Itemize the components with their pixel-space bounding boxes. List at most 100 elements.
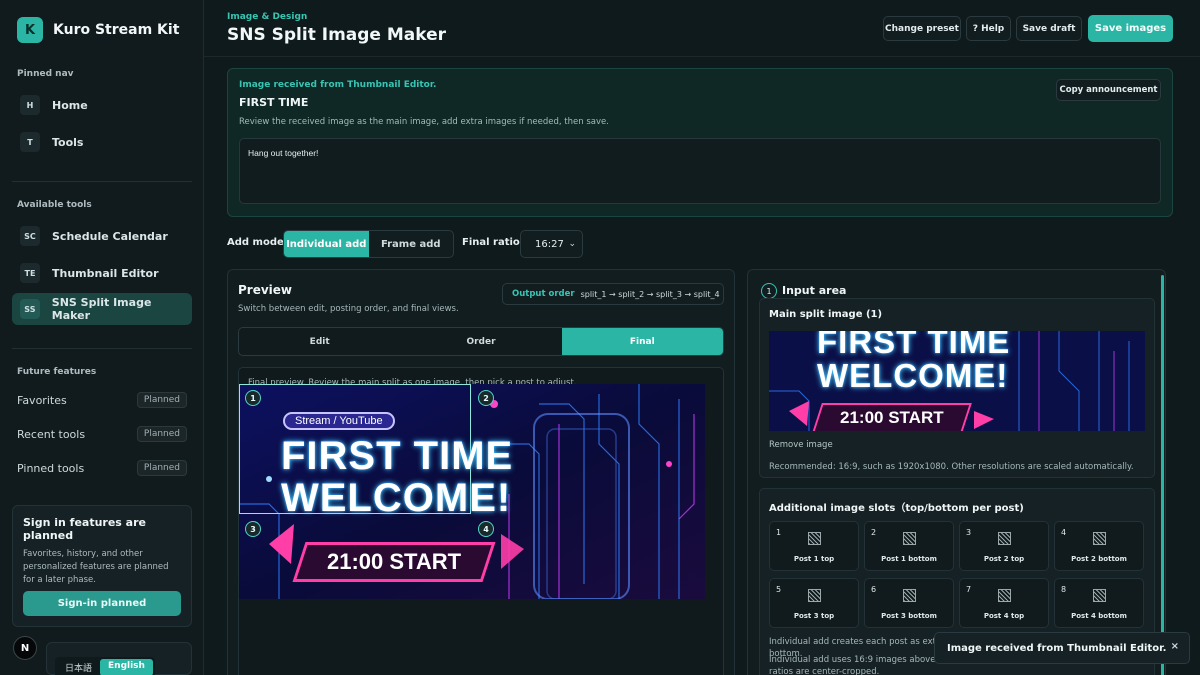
remove-image-link[interactable]: Remove image <box>769 440 833 450</box>
split-number-badge[interactable]: 4 <box>478 521 494 537</box>
brand-name: Kuro Stream Kit <box>53 22 180 38</box>
tab-edit[interactable]: Edit <box>239 328 400 355</box>
add-mode-individual[interactable]: Individual add <box>284 231 369 257</box>
step-number: 1 <box>761 283 777 299</box>
thumbnail-editor-icon: TE <box>20 263 40 283</box>
main-split-title: Main split image (1) <box>769 309 883 320</box>
sidebar-item-label: SNS Split Image Maker <box>51 296 152 322</box>
n-avatar[interactable]: N <box>13 636 37 660</box>
image-slot[interactable]: 4 Post 2 bottom <box>1054 521 1144 571</box>
available-tools-label: Available tools <box>17 200 92 210</box>
toast-text: Image received from Thumbnail Editor. <box>947 642 1167 654</box>
future-item-favorites: Favorites Planned <box>17 392 187 408</box>
slot-number: 3 <box>966 528 972 537</box>
add-mode-frame[interactable]: Frame add <box>369 231 454 257</box>
start-banner: 21:00 START <box>292 542 496 582</box>
image-placeholder-icon <box>1093 532 1106 545</box>
split-number-badge[interactable]: 3 <box>245 521 261 537</box>
split-number-badge[interactable]: 2 <box>478 390 494 406</box>
sidebar-item-home[interactable]: H Home <box>12 89 192 121</box>
sidebar-item-thumbnail-editor[interactable]: TE Thumbnail Editor <box>12 257 192 289</box>
copy-announcement-button[interactable]: Copy announcement <box>1056 79 1161 101</box>
pinned-nav-label: Pinned nav <box>17 69 74 79</box>
save-draft-button[interactable]: Save draft <box>1016 16 1082 41</box>
close-icon[interactable]: × <box>1171 641 1179 652</box>
language-card: 日本語 English <box>46 642 192 675</box>
final-ratio-label: Final ratio <box>462 237 520 248</box>
add-mode-label: Add mode <box>227 237 284 248</box>
page-title: SNS Split Image Maker <box>227 25 447 45</box>
image-slot[interactable]: 2 Post 1 bottom <box>864 521 954 571</box>
slot-number: 1 <box>776 528 782 537</box>
slot-number: 6 <box>871 585 877 594</box>
schedule-calendar-icon: SC <box>20 226 40 246</box>
future-item-pinned-tools: Pinned tools Planned <box>17 460 187 476</box>
final-preview-image[interactable]: Stream / YouTube FIRST TIME WELCOME! 21:… <box>239 384 705 599</box>
announcement-textarea[interactable]: Hang out together! <box>239 138 1161 204</box>
image-headline-line1: FIRST TIME <box>281 434 514 478</box>
slot-number: 5 <box>776 585 782 594</box>
image-placeholder-icon <box>998 589 1011 602</box>
add-mode-toggle: Individual add Frame add <box>283 230 454 258</box>
signin-button[interactable]: Sign-in planned <box>23 591 181 616</box>
preview-tabs: Edit Order Final <box>238 327 724 356</box>
announcement-source: Image received from Thumbnail Editor. <box>239 80 437 90</box>
start-banner-text: 21:00 START <box>326 549 462 574</box>
planned-badge: Planned <box>136 392 187 408</box>
slot-label: Post 1 top <box>793 555 835 563</box>
sidebar-item-sns-split-image-maker[interactable]: SS SNS Split Image Maker <box>12 293 192 325</box>
save-images-button[interactable]: Save images <box>1088 15 1173 42</box>
brand[interactable]: K Kuro Stream Kit <box>17 17 179 43</box>
image-slot[interactable]: 5 Post 3 top <box>769 578 859 628</box>
preview-title: Preview <box>238 283 293 297</box>
image-slot[interactable]: 7 Post 4 top <box>959 578 1049 628</box>
image-slot[interactable]: 8 Post 4 bottom <box>1054 578 1144 628</box>
toast-notification: Image received from Thumbnail Editor. × <box>934 632 1190 664</box>
main-start-banner: 21:00 START <box>812 403 972 431</box>
breadcrumb[interactable]: Image & Design <box>227 12 307 22</box>
tab-order[interactable]: Order <box>400 328 561 355</box>
scrollbar[interactable] <box>1161 275 1164 675</box>
signin-title: Sign in features are planned <box>23 516 146 542</box>
sns-split-icon: SS <box>20 299 40 319</box>
help-button[interactable]: ? Help <box>966 16 1011 41</box>
slot-label: Post 2 top <box>983 555 1025 563</box>
lang-option-english[interactable]: English <box>100 659 153 675</box>
future-item-recent-tools: Recent tools Planned <box>17 426 187 442</box>
slot-number: 7 <box>966 585 972 594</box>
announcement-panel: Image received from Thumbnail Editor. FI… <box>227 68 1173 217</box>
signin-card: Sign in features are planned Favorites, … <box>12 505 192 627</box>
image-slot[interactable]: 3 Post 2 top <box>959 521 1049 571</box>
slot-label: Post 4 bottom <box>1071 612 1127 620</box>
lang-option-japanese[interactable]: 日本語 <box>57 659 100 675</box>
stream-pill: Stream / YouTube <box>283 412 395 430</box>
slot-label: Post 3 top <box>793 612 835 620</box>
signin-desc: Favorites, history, and other personaliz… <box>23 549 169 585</box>
preview-panel: Preview Switch between edit, posting ord… <box>227 269 735 675</box>
image-placeholder-icon <box>903 532 916 545</box>
slot-label: Post 1 bottom <box>881 555 937 563</box>
main-split-image[interactable]: FIRST TIME WELCOME! 21:00 START <box>769 331 1145 431</box>
image-slot[interactable]: 1 Post 1 top <box>769 521 859 571</box>
change-preset-button[interactable]: Change preset <box>883 16 961 41</box>
sidebar-item-tools[interactable]: T Tools <box>12 126 192 158</box>
main-image-headline-line2: WELCOME! <box>817 357 1009 394</box>
slot-label: Post 3 bottom <box>881 612 937 620</box>
slot-label: Post 2 bottom <box>1071 555 1127 563</box>
sidebar-item-label: Home <box>52 98 88 112</box>
input-area-title: Input area <box>782 284 847 297</box>
output-order: Output order split_1 → split_2 → split_3… <box>502 283 724 305</box>
image-placeholder-icon <box>808 532 821 545</box>
recommended-text: Recommended: 16:9, such as 1920x1080. Ot… <box>769 462 1134 472</box>
sidebar-item-label: Schedule Calendar <box>52 229 168 243</box>
sidebar-item-schedule-calendar[interactable]: SC Schedule Calendar <box>12 220 192 252</box>
image-slot[interactable]: 6 Post 3 bottom <box>864 578 954 628</box>
slot-label: Post 4 top <box>983 612 1025 620</box>
tab-final[interactable]: Final <box>561 328 723 355</box>
announcement-desc: Review the received image as the main im… <box>239 117 609 127</box>
split-number-badge[interactable]: 1 <box>245 390 261 406</box>
final-ratio-select[interactable]: 16:27 ⌄ <box>520 230 583 258</box>
sidebar-item-label: Tools <box>52 135 84 149</box>
planned-badge: Planned <box>136 426 187 442</box>
planned-badge: Planned <box>136 460 187 476</box>
